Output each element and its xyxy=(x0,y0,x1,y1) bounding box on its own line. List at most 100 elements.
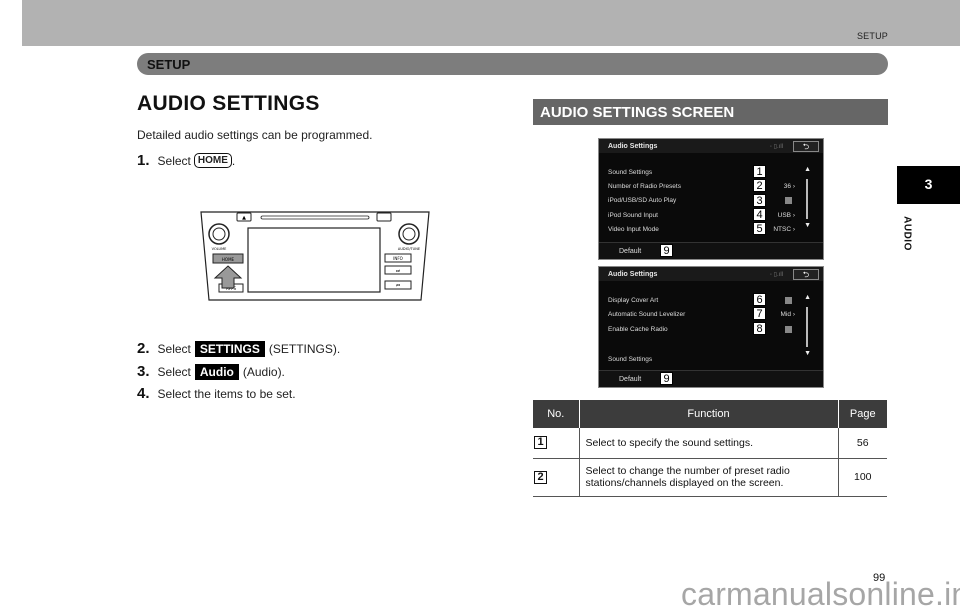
head-unit-illustration: ▲ VOLUME AUDIO/TUNE HOME APPS INFO ⏭ ⏮ xyxy=(200,211,430,301)
scroll-down-icon: ▼ xyxy=(804,350,811,357)
checkbox-icon xyxy=(785,326,792,333)
default-button-label: Default xyxy=(619,248,642,255)
row-label: Display Cover Art xyxy=(608,297,659,304)
callout-number: 4 xyxy=(753,208,766,221)
chapter-side-label: AUDIO xyxy=(900,210,914,260)
chapter-bar: SETUP xyxy=(137,53,888,75)
seek-back-icon: ⏮ xyxy=(396,284,400,289)
watermark: carmanualsonline.info xyxy=(681,576,960,612)
chapter-name: AUDIO xyxy=(901,216,913,251)
cell-function: Select to specify the sound settings. xyxy=(579,428,838,459)
callout-number: 5 xyxy=(753,222,766,235)
back-icon: ⮌ xyxy=(793,141,819,152)
row-label: Video Input Mode xyxy=(608,226,659,233)
cell-no: 2 xyxy=(533,458,580,497)
row-label: Sound Settings xyxy=(608,169,653,176)
step-3: 3. Select Audio (Audio). xyxy=(137,363,285,380)
volume-knob-inner xyxy=(212,227,226,241)
info-hard-label: INFO xyxy=(393,256,403,261)
table-row: 1 Select to specify the sound settings. … xyxy=(533,428,887,459)
callout-number: 8 xyxy=(753,322,766,335)
row-label: Enable Cache Radio xyxy=(608,326,668,333)
status-icons: ◦ ▯.ıll xyxy=(769,272,783,278)
scroll-up-icon: ▲ xyxy=(804,294,811,301)
row-label: Automatic Sound Levelizer xyxy=(608,311,686,318)
seek-forward-icon: ⏭ xyxy=(396,269,400,274)
row-value: USB › xyxy=(777,212,795,219)
audio-settings-screenshot-2: Audio Settings ◦ ▯.ıll ⮌ Display Cover A… xyxy=(598,266,824,388)
scroll-up-icon: ▲ xyxy=(804,166,811,173)
scroll-down-icon: ▼ xyxy=(804,222,811,229)
settings-key-label: SETTINGS xyxy=(194,340,265,357)
step-text: Select xyxy=(157,153,191,168)
cell-function: Select to change the number of preset ra… xyxy=(579,458,838,497)
cell-page: 56 xyxy=(837,428,887,459)
scrollbar-track xyxy=(806,179,808,219)
home-key-label: HOME xyxy=(193,153,232,168)
checkbox-icon xyxy=(785,197,792,204)
chapter-tab: 3 xyxy=(897,166,960,204)
tune-knob-inner xyxy=(402,227,416,241)
row-value: NTSC › xyxy=(773,226,795,233)
default-button-label: Default xyxy=(619,376,642,383)
callout-number: 9 xyxy=(660,372,673,385)
step-1: 1. Select HOME . xyxy=(137,152,235,169)
callout-number: 2 xyxy=(753,179,766,192)
header-page: Page xyxy=(838,400,887,428)
step-4: 4. Select the items to be set. xyxy=(137,385,296,402)
step-text: Select xyxy=(157,364,191,379)
callout-number: 3 xyxy=(753,194,766,207)
top-header-band: SETUP xyxy=(22,0,960,46)
home-hard-label: HOME xyxy=(222,257,235,262)
step-suffix: (SETTINGS). xyxy=(268,341,341,356)
running-section-label: SETUP xyxy=(856,31,888,41)
chapter-bar-label: SETUP xyxy=(147,57,191,72)
checkbox-icon xyxy=(785,297,792,304)
status-icons: ◦ ▯.ıll xyxy=(769,144,783,150)
callout-number: 7 xyxy=(753,307,766,320)
cell-no: 1 xyxy=(533,428,580,459)
row-value: 36 › xyxy=(783,183,795,190)
table-header-row: No. Function Page xyxy=(533,400,887,428)
step-text: Select xyxy=(157,341,191,356)
audio-settings-screenshot-1: Audio Settings ◦ ▯.ıll ⮌ Sound Settings … xyxy=(598,138,824,260)
cell-page: 100 xyxy=(837,458,887,497)
eject-icon: ▲ xyxy=(242,215,246,221)
row-label: iPod Sound Input xyxy=(608,212,658,219)
callout-number: 1 xyxy=(753,165,766,178)
step-suffix: . xyxy=(231,153,236,168)
step-number: 4. xyxy=(137,385,150,402)
back-icon: ⮌ xyxy=(793,269,819,280)
item-number: 2 xyxy=(534,470,547,484)
intro-text: Detailed audio settings can be programme… xyxy=(137,128,373,142)
header-function: Function xyxy=(579,400,839,428)
screen-title: Audio Settings xyxy=(608,143,658,150)
row-value: Mid › xyxy=(780,311,795,318)
disc-slot xyxy=(260,215,370,220)
step-number: 1. xyxy=(137,152,150,169)
header-no: No. xyxy=(533,400,580,428)
section-heading: AUDIO SETTINGS SCREEN xyxy=(533,99,888,125)
menu-button xyxy=(376,212,392,222)
function-table: No. Function Page 1 Select to specify th… xyxy=(533,400,887,497)
chapter-number: 3 xyxy=(924,176,933,192)
screen-title: Audio Settings xyxy=(608,271,658,278)
callout-number: 6 xyxy=(753,293,766,306)
section-heading-label: AUDIO SETTINGS SCREEN xyxy=(540,104,735,121)
step-number: 3. xyxy=(137,363,150,380)
row-label: Sound Settings xyxy=(608,356,653,363)
tune-label: AUDIO/TUNE xyxy=(398,247,420,251)
callout-number: 9 xyxy=(660,244,673,257)
table-row: 2 Select to change the number of preset … xyxy=(533,458,887,497)
step-text: Select the items to be set. xyxy=(157,386,296,401)
row-label: iPod/USB/SD Auto Play xyxy=(608,197,677,204)
step-suffix: (Audio). xyxy=(242,364,285,379)
volume-label: VOLUME xyxy=(212,247,227,251)
display-screen xyxy=(247,227,381,293)
step-number: 2. xyxy=(137,340,150,357)
page-title: AUDIO SETTINGS xyxy=(137,92,320,115)
scrollbar-track xyxy=(806,307,808,347)
row-label: Number of Radio Presets xyxy=(608,183,681,190)
item-number: 1 xyxy=(534,436,547,450)
step-2: 2. Select SETTINGS (SETTINGS). xyxy=(137,340,340,357)
